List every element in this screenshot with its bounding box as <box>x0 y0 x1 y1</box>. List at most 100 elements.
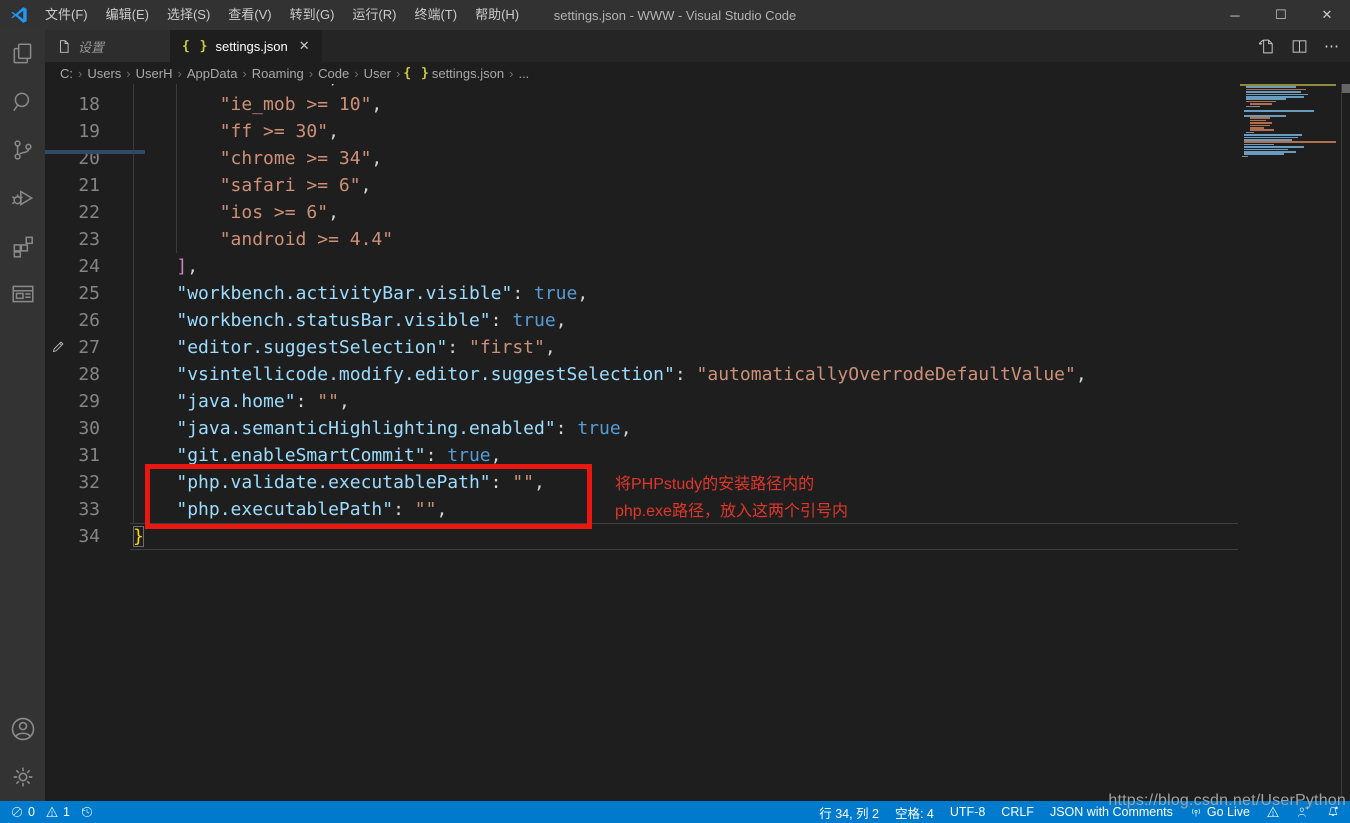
tab-settings-json[interactable]: { } settings.json ✕ <box>170 30 322 62</box>
annotation-text-2: php.exe路径，放入这两个引号内 <box>615 498 848 525</box>
line-number[interactable]: 17 <box>45 84 133 91</box>
code-line-18[interactable]: 18 "ie_mob >= 10", <box>45 91 1350 118</box>
code-line-29[interactable]: 29 "java.home": "", <box>45 388 1350 415</box>
code-line-19[interactable]: 19 "ff >= 30", <box>45 118 1350 145</box>
activity-extensions-icon[interactable] <box>0 222 45 270</box>
activity-account-icon[interactable] <box>0 705 45 753</box>
activity-run-debug-icon[interactable] <box>0 174 45 222</box>
code-text: "ff >= 30", <box>133 118 1350 145</box>
code-line-20[interactable]: 20 "chrome >= 34", <box>45 145 1350 172</box>
breadcrumb-item-5[interactable]: Code <box>316 66 351 81</box>
code-line-24[interactable]: 24 ], <box>45 253 1350 280</box>
status-label: CRLF <box>1001 805 1034 819</box>
code-editor[interactable]: 17 "ie >= 10",18 "ie_mob >= 10",19 "ff >… <box>45 84 1350 801</box>
status-label: 空格: 4 <box>895 803 934 822</box>
activity-search-icon[interactable] <box>0 78 45 126</box>
code-line-22[interactable]: 22 "ios >= 6", <box>45 199 1350 226</box>
line-number[interactable]: 19 <box>45 118 133 145</box>
menu-item-1[interactable]: 编辑(E) <box>97 0 158 30</box>
line-number[interactable]: 32 <box>45 469 133 496</box>
code-text: "java.home": "", <box>133 388 1350 415</box>
chevron-right-icon: › <box>306 66 316 81</box>
split-editor-icon[interactable] <box>1291 38 1308 55</box>
chevron-right-icon: › <box>506 66 516 81</box>
menu-item-4[interactable]: 转到(G) <box>281 0 344 30</box>
status-1[interactable]: 1 <box>45 805 70 819</box>
status-0[interactable]: 0 <box>10 805 35 819</box>
activity-browser-preview-icon[interactable] <box>0 270 45 318</box>
breadcrumb: C:›Users›UserH›AppData›Roaming›Code›User… <box>45 62 1350 84</box>
close-button[interactable]: ✕ <box>1304 0 1350 30</box>
line-number[interactable]: 21 <box>45 172 133 199</box>
code-line-28[interactable]: 28 "vsintellicode.modify.editor.suggestS… <box>45 361 1350 388</box>
status-label: UTF-8 <box>950 805 985 819</box>
code-line-17[interactable]: 17 "ie >= 10", <box>45 84 1350 91</box>
menu-bar: 文件(F)编辑(E)选择(S)查看(V)转到(G)运行(R)终端(T)帮助(H) <box>36 0 528 30</box>
pencil-icon <box>51 339 66 354</box>
code-line-27[interactable]: 27 "editor.suggestSelection": "first", <box>45 334 1350 361</box>
code-text: "android >= 4.4" <box>133 226 1350 253</box>
json-icon: { } <box>182 39 208 54</box>
menu-item-0[interactable]: 文件(F) <box>36 0 97 30</box>
breadcrumb-item-6[interactable]: User <box>362 66 393 81</box>
breadcrumb-item-file[interactable]: settings.json <box>430 66 506 81</box>
breadcrumb-item-0[interactable]: C: <box>58 66 75 81</box>
tab-label: 设置 <box>78 37 104 56</box>
line-number[interactable]: 30 <box>45 415 133 442</box>
vscode-window: 文件(F)编辑(E)选择(S)查看(V)转到(G)运行(R)终端(T)帮助(H)… <box>0 0 1350 823</box>
code-line-25[interactable]: 25 "workbench.activityBar.visible": true… <box>45 280 1350 307</box>
line-number[interactable]: 28 <box>45 361 133 388</box>
tab-settings-ui[interactable]: 设置 <box>45 30 170 62</box>
line-number[interactable]: 25 <box>45 280 133 307</box>
line-number[interactable]: 24 <box>45 253 133 280</box>
activity-settings-gear-icon[interactable] <box>0 753 45 801</box>
code-line-26[interactable]: 26 "workbench.statusBar.visible": true, <box>45 307 1350 334</box>
status-34-2[interactable]: 行 34, 列 2 <box>819 803 879 822</box>
chevron-right-icon: › <box>351 66 361 81</box>
file-icon <box>57 39 71 54</box>
line-number[interactable]: 34 <box>45 523 133 550</box>
red-highlight-box <box>145 464 592 529</box>
browser-preview-icon <box>10 281 36 307</box>
status-4[interactable]: 空格: 4 <box>895 803 934 822</box>
pencil-icon <box>51 339 67 355</box>
line-number[interactable]: 33 <box>45 496 133 523</box>
breadcrumb-item-2[interactable]: UserH <box>134 66 175 81</box>
menu-item-2[interactable]: 选择(S) <box>158 0 219 30</box>
breadcrumb-item-3[interactable]: AppData <box>185 66 240 81</box>
menu-item-5[interactable]: 运行(R) <box>343 0 405 30</box>
line-number[interactable]: 26 <box>45 307 133 334</box>
code-line-21[interactable]: 21 "safari >= 6", <box>45 172 1350 199</box>
status-history-icon[interactable] <box>80 805 94 819</box>
activity-explorer-icon[interactable] <box>0 30 45 78</box>
history-icon <box>80 805 94 819</box>
line-number[interactable]: 22 <box>45 199 133 226</box>
minimize-button[interactable]: ─ <box>1212 0 1258 30</box>
code-line-30[interactable]: 30 "java.semanticHighlighting.enabled": … <box>45 415 1350 442</box>
source-control-icon <box>10 137 36 163</box>
minimap[interactable] <box>1240 84 1340 244</box>
menu-item-7[interactable]: 帮助(H) <box>466 0 528 30</box>
menu-item-6[interactable]: 终端(T) <box>405 0 466 30</box>
status-crlf[interactable]: CRLF <box>1001 805 1034 819</box>
line-number[interactable]: 29 <box>45 388 133 415</box>
window-controls: ─ ☐ ✕ <box>1212 0 1350 30</box>
breadcrumb-item-1[interactable]: Users <box>85 66 123 81</box>
more-actions-icon[interactable]: ⋯ <box>1324 37 1340 55</box>
code-line-23[interactable]: 23 "android >= 4.4" <box>45 226 1350 253</box>
menu-item-3[interactable]: 查看(V) <box>219 0 280 30</box>
breadcrumb-item-4[interactable]: Roaming <box>250 66 306 81</box>
watermark-url: https://blog.csdn.net/UserPython <box>1108 792 1346 810</box>
status-label: 1 <box>63 805 70 819</box>
code-text: "ie_mob >= 10", <box>133 91 1350 118</box>
tab-close-icon[interactable]: ✕ <box>299 38 310 54</box>
maximize-button[interactable]: ☐ <box>1258 0 1304 30</box>
line-number[interactable]: 23 <box>45 226 133 253</box>
breadcrumb-item-more[interactable]: ... <box>516 66 531 81</box>
line-number[interactable]: 31 <box>45 442 133 469</box>
status-utf-8[interactable]: UTF-8 <box>950 805 985 819</box>
activity-source-control-icon[interactable] <box>0 126 45 174</box>
line-number[interactable]: 18 <box>45 91 133 118</box>
code-text: "chrome >= 34", <box>133 145 1350 172</box>
open-changes-icon[interactable] <box>1258 38 1275 55</box>
